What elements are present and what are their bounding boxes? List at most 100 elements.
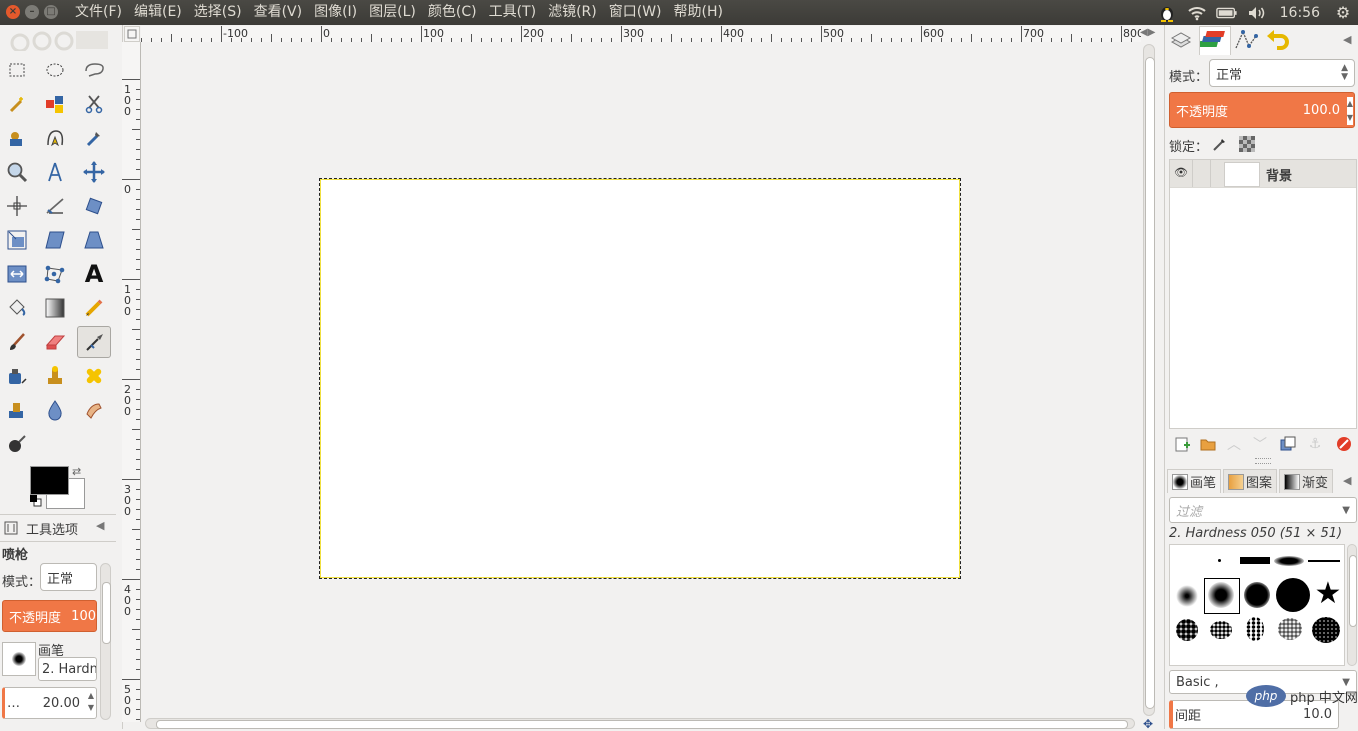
brush-blur-oval[interactable] <box>1274 556 1304 566</box>
channels-tab-icon[interactable] <box>1198 26 1231 55</box>
filter-dropdown-icon[interactable]: ▼ <box>1342 505 1350 516</box>
brush-hardness-075[interactable] <box>1244 582 1270 608</box>
zoom-tool-icon[interactable] <box>0 156 34 188</box>
scissors-tool-icon[interactable] <box>77 88 111 120</box>
menu-file[interactable]: 文件(F) <box>69 0 128 25</box>
color-picker-tool-icon[interactable] <box>77 122 111 154</box>
select-by-color-tool-icon[interactable] <box>38 88 72 120</box>
pane-resize-handle[interactable] <box>1255 458 1271 464</box>
volume-icon[interactable] <box>1246 0 1268 25</box>
layers-tab-icon[interactable] <box>1169 28 1197 54</box>
lock-alpha-icon[interactable] <box>1239 136 1255 152</box>
menu-colors[interactable]: 颜色(C) <box>422 0 483 25</box>
duplicate-layer-icon[interactable] <box>1277 434 1299 454</box>
new-layer-icon[interactable] <box>1171 434 1193 454</box>
scale-tool-icon[interactable] <box>0 224 34 256</box>
brush-hardness-050[interactable] <box>1208 582 1234 608</box>
dock-menu-icon[interactable]: ◀ <box>1343 33 1351 46</box>
brush-line[interactable] <box>1308 560 1340 562</box>
layers-list[interactable]: 👁 背景 <box>1169 159 1357 429</box>
anchor-layer-icon[interactable]: ⚓ <box>1304 434 1326 454</box>
lower-layer-icon[interactable]: ﹀ <box>1249 434 1271 454</box>
cage-transform-tool-icon[interactable] <box>38 258 72 290</box>
visibility-eye-icon[interactable]: 👁 <box>1174 166 1188 179</box>
smudge-tool-icon[interactable] <box>77 394 111 426</box>
clone-tool-icon[interactable] <box>38 360 72 392</box>
tab-gradients[interactable]: 渐变 <box>1279 469 1334 493</box>
minimize-window-icon[interactable]: – <box>25 5 39 19</box>
brush-hardness-100[interactable] <box>1276 578 1310 612</box>
spinner-arrows-icon[interactable]: ▲ ▼ <box>88 690 94 714</box>
raise-layer-icon[interactable]: ︿ <box>1223 434 1245 454</box>
brush-block[interactable] <box>1240 557 1270 564</box>
layer-row[interactable]: 👁 背景 <box>1170 160 1356 188</box>
clock[interactable]: 16:56 <box>1280 5 1320 21</box>
menu-windows[interactable]: 窗口(W) <box>603 0 668 25</box>
brush-grid[interactable]: ★ <box>1169 544 1345 666</box>
text-tool-icon[interactable]: A <box>77 258 111 290</box>
size-spinner[interactable]: … 20.00 ▲ ▼ <box>2 687 97 719</box>
brush-filter-input[interactable]: 过滤 ▼ <box>1169 497 1357 523</box>
brushes-menu-icon[interactable]: ◀ <box>1343 474 1351 487</box>
undo-history-tab-icon[interactable] <box>1265 28 1293 54</box>
menu-edit[interactable]: 编辑(E) <box>128 0 188 25</box>
shear-tool-icon[interactable] <box>38 224 72 256</box>
ellipse-select-tool-icon[interactable] <box>38 54 72 86</box>
fuzzy-select-tool-icon[interactable] <box>0 88 34 120</box>
menu-tools[interactable]: 工具(T) <box>483 0 542 25</box>
blend-tool-icon[interactable] <box>38 292 72 324</box>
lasso-tool-icon[interactable] <box>77 54 111 86</box>
brush-splatter-2[interactable] <box>1210 621 1232 639</box>
menu-help[interactable]: 帮助(H) <box>668 0 729 25</box>
wifi-icon[interactable] <box>1186 0 1208 25</box>
airbrush-tool-icon[interactable] <box>77 326 111 358</box>
perspective-tool-icon[interactable] <box>77 224 111 256</box>
brush-soft-small[interactable] <box>1176 585 1198 607</box>
tab-patterns[interactable]: 图案 <box>1223 469 1278 493</box>
brush-splatter-1[interactable] <box>1176 619 1198 641</box>
eraser-tool-icon[interactable] <box>38 326 72 358</box>
paintbrush-tool-icon[interactable] <box>0 326 34 358</box>
blur-tool-icon[interactable] <box>38 394 72 426</box>
paths-tool-icon[interactable] <box>38 122 72 154</box>
paths-tab-icon[interactable] <box>1233 28 1261 54</box>
dodge-burn-tool-icon[interactable] <box>0 428 34 460</box>
layer-group-icon[interactable] <box>1197 434 1219 454</box>
canvas-menu-icon[interactable]: ◀▶ <box>1140 27 1162 41</box>
close-window-icon[interactable]: × <box>6 5 20 19</box>
flip-tool-icon[interactable] <box>0 258 34 290</box>
heal-tool-icon[interactable] <box>77 360 111 392</box>
menu-view[interactable]: 查看(V) <box>248 0 309 25</box>
opacity-slider[interactable]: 不透明度 100 <box>2 600 97 632</box>
ink-tool-icon[interactable] <box>0 360 34 392</box>
brush-pixel[interactable] <box>1218 559 1221 562</box>
brush-splatter-3[interactable] <box>1246 617 1264 641</box>
swap-colors-icon[interactable]: ⇄ <box>72 465 81 478</box>
battery-icon[interactable] <box>1215 0 1238 25</box>
measure-tool-icon[interactable] <box>38 156 72 188</box>
star-brush-icon[interactable]: ★ <box>1312 577 1344 611</box>
layer-name[interactable]: 背景 <box>1266 165 1292 184</box>
image-canvas[interactable] <box>319 178 961 579</box>
pencil-tool-icon[interactable] <box>77 292 111 324</box>
brush-preview-button[interactable] <box>2 642 36 676</box>
bucket-fill-tool-icon[interactable] <box>0 292 34 324</box>
penguin-icon[interactable] <box>1156 0 1178 25</box>
brush-grid-scrollbar[interactable] <box>1347 544 1357 666</box>
foreground-color-swatch[interactable] <box>30 466 69 495</box>
panel-menu-icon[interactable]: ◀ <box>96 519 104 532</box>
vertical-ruler[interactable]: 1000100200300400500 <box>122 42 141 722</box>
delete-layer-icon[interactable] <box>1333 434 1355 454</box>
layer-opacity-slider[interactable]: 不透明度 100.0 ▲ ▼ <box>1169 92 1355 128</box>
move-tool-icon[interactable] <box>77 156 111 188</box>
canvas-vertical-scrollbar[interactable] <box>1143 44 1155 716</box>
crop-tool-icon[interactable] <box>38 190 72 222</box>
brush-name-field[interactable]: 2. Hardne <box>38 657 97 681</box>
maximize-window-icon[interactable]: □ <box>44 5 58 19</box>
menu-layer[interactable]: 图层(L) <box>363 0 422 25</box>
foreground-select-tool-icon[interactable] <box>0 122 34 154</box>
brush-splatter-5[interactable] <box>1312 617 1340 643</box>
canvas-horizontal-scrollbar[interactable] <box>145 718 1135 729</box>
default-colors-icon[interactable] <box>30 495 42 507</box>
horizontal-ruler[interactable]: -100 0 100 200 300 400 500 600 700 800 <box>141 26 1144 43</box>
